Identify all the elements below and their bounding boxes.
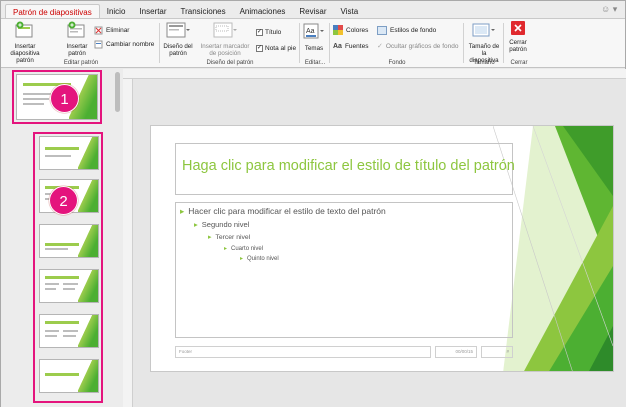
svg-text:Aa: Aa bbox=[306, 28, 315, 35]
fonts-button[interactable]: Aa Fuentes bbox=[333, 41, 368, 51]
insert-layout-button[interactable]: Insertar patrón bbox=[61, 21, 93, 57]
insert-placeholder-icon bbox=[213, 22, 237, 38]
group-master-layout: Diseño del patrón Insertar marcador de p… bbox=[161, 21, 299, 67]
fonts-icon: Aa bbox=[333, 42, 342, 50]
ribbon-separator bbox=[329, 23, 330, 63]
text-level-4: ▸ Cuarto nivel bbox=[224, 246, 264, 252]
themes-button[interactable]: Aa Temas bbox=[301, 21, 327, 52]
slide-size-icon bbox=[472, 23, 495, 37]
close-icon bbox=[511, 21, 525, 35]
rename-button[interactable]: Cambiar nombre bbox=[94, 39, 154, 49]
slide-number-placeholder[interactable]: # bbox=[481, 346, 513, 358]
group-close: Cerrar patrón Cerrar bbox=[505, 21, 533, 67]
rename-icon bbox=[94, 40, 103, 48]
insert-slide-master-button[interactable]: Insertar diapositiva patrón bbox=[3, 21, 47, 64]
themes-icon: Aa bbox=[303, 23, 324, 39]
smiley-icon[interactable]: ☺ ▾ bbox=[601, 4, 619, 15]
tab-view[interactable]: Vista bbox=[334, 4, 366, 19]
bullet-arrow-icon: ▸ bbox=[180, 206, 185, 216]
group-label-master-layout: Diseño del patrón bbox=[206, 60, 254, 66]
group-edit-theme: Aa Temas Editar... bbox=[301, 21, 329, 67]
ribbon: Insertar diapositiva patrón Insertar pat… bbox=[1, 18, 625, 68]
bullet-arrow-icon: ▸ bbox=[208, 234, 212, 241]
background-styles-icon bbox=[377, 25, 387, 35]
slide-thumbnails-pane: 1 2 bbox=[1, 69, 123, 407]
insert-placeholder-button[interactable]: Insertar marcador de posición bbox=[198, 21, 252, 57]
text-level-3: ▸ Tercer nivel bbox=[208, 234, 251, 241]
master-layout-icon bbox=[166, 22, 190, 38]
scrollbar-thumb[interactable] bbox=[115, 72, 120, 112]
tab-transitions[interactable]: Transiciones bbox=[174, 4, 233, 19]
color-palette-icon bbox=[333, 25, 343, 35]
ribbon-separator bbox=[159, 23, 160, 63]
delete-button[interactable]: Eliminar bbox=[94, 25, 129, 35]
close-master-button[interactable]: Cerrar patrón bbox=[505, 21, 531, 53]
tab-home[interactable]: Inicio bbox=[100, 4, 133, 19]
selection-box-layouts bbox=[33, 132, 103, 403]
group-background: Colores Aa Fuentes Estilos de fondo ✓ Oc… bbox=[331, 21, 463, 67]
ribbon-tabs: Patrón de diapositivas Inicio Insertar T… bbox=[1, 1, 625, 19]
footer-placeholder[interactable]: Footer bbox=[175, 346, 431, 358]
insert-layout-icon bbox=[67, 21, 85, 38]
background-styles-button[interactable]: Estilos de fondo bbox=[377, 25, 436, 35]
slide-master-canvas[interactable]: Haga clic para modificar el estilo de tí… bbox=[150, 125, 614, 372]
ribbon-separator bbox=[299, 23, 300, 63]
bullet-arrow-icon: ▸ bbox=[194, 220, 198, 229]
powerpoint-window: Patrón de diapositivas Inicio Insertar T… bbox=[0, 0, 626, 407]
insert-slide-master-icon bbox=[15, 21, 33, 38]
group-edit-master: Insertar diapositiva patrón Insertar pat… bbox=[1, 21, 159, 67]
thumbnails-scrollbar[interactable] bbox=[114, 69, 122, 407]
ribbon-separator bbox=[503, 23, 504, 63]
delete-slide-icon bbox=[94, 26, 103, 34]
master-layout-button[interactable]: Diseño del patrón bbox=[161, 21, 195, 57]
hide-background-checkbox[interactable]: ✓ Ocultar gráficos de fondo bbox=[377, 41, 459, 51]
tab-insert[interactable]: Insertar bbox=[132, 4, 173, 19]
bullet-arrow-icon: ▸ bbox=[240, 256, 244, 262]
checkbox-checked-icon: ✓ bbox=[256, 28, 263, 36]
text-level-1: ▸ Hacer clic para modificar el estilo de … bbox=[180, 206, 386, 216]
group-label-close: Cerrar bbox=[510, 60, 528, 66]
vertical-ruler bbox=[123, 79, 133, 407]
body-placeholder[interactable]: ▸ Hacer clic para modificar el estilo de … bbox=[175, 202, 513, 338]
text-level-2: ▸ Segundo nivel bbox=[194, 220, 250, 229]
checkmark-icon: ✓ bbox=[377, 43, 383, 50]
group-label-background: Fondo bbox=[388, 60, 406, 66]
group-size: Tamaño de la diapositiva Tamaño bbox=[465, 21, 503, 67]
tab-review[interactable]: Revisar bbox=[292, 4, 333, 19]
group-label-size: Tamaño bbox=[473, 60, 495, 66]
title-placeholder[interactable]: Haga clic para modificar el estilo de tí… bbox=[175, 143, 515, 195]
checkbox-checked-icon: ✓ bbox=[256, 44, 263, 52]
slide-title-text: Haga clic para modificar el estilo de tí… bbox=[182, 158, 515, 174]
slide-size-button[interactable]: Tamaño de la diapositiva bbox=[467, 21, 501, 64]
date-placeholder[interactable]: 00/00/15 bbox=[435, 346, 477, 358]
title-checkbox[interactable]: ✓ Título bbox=[256, 27, 281, 37]
bullet-arrow-icon: ▸ bbox=[224, 246, 228, 252]
ribbon-separator bbox=[463, 23, 464, 63]
group-label-edit-master: Editar patrón bbox=[63, 60, 99, 66]
tab-slide-master[interactable]: Patrón de diapositivas bbox=[5, 4, 100, 19]
slide-editor: Haga clic para modificar el estilo de tí… bbox=[123, 69, 626, 407]
text-level-5: ▸ Quinto nivel bbox=[240, 256, 279, 262]
group-label-edit-theme: Editar... bbox=[304, 60, 326, 66]
callout-2: 2 bbox=[49, 186, 78, 215]
tab-animations[interactable]: Animaciones bbox=[233, 4, 293, 19]
footer-checkbox[interactable]: ✓ Nota al pie bbox=[256, 43, 296, 53]
colors-button[interactable]: Colores bbox=[333, 25, 368, 35]
callout-1: 1 bbox=[50, 84, 79, 113]
horizontal-ruler bbox=[123, 69, 626, 79]
